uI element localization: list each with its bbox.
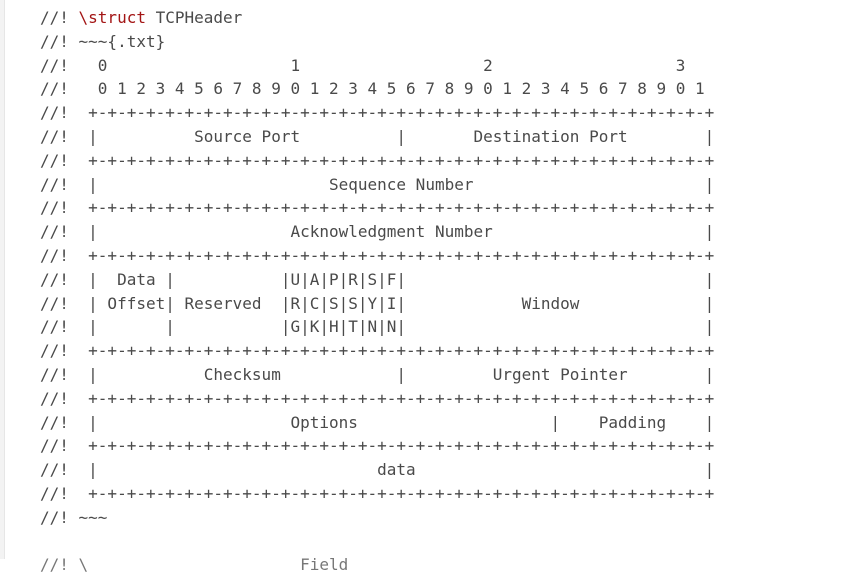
code-line: //! 0 1 2 3 4 5 6 7 8 9 0 1 2 3 4 5 6 7 … (40, 77, 714, 101)
code-line-struct: //! \struct TCPHeader (40, 6, 714, 30)
code-line: //! | | |G|K|H|T|N|N| | (40, 315, 714, 339)
code-line-cut-off: //! \ Field (40, 553, 714, 577)
code-line: //! | Checksum | Urgent Pointer | (40, 363, 714, 387)
code-line: //! | Acknowledgment Number | (40, 220, 714, 244)
struct-keyword: \struct (79, 8, 146, 27)
code-line: //! ~~~ (40, 506, 714, 530)
code-line: //! | Options | Padding | (40, 411, 714, 435)
code-line: //! +-+-+-+-+-+-+-+-+-+-+-+-+-+-+-+-+-+-… (40, 387, 714, 411)
code-line: //! +-+-+-+-+-+-+-+-+-+-+-+-+-+-+-+-+-+-… (40, 244, 714, 268)
code-line: //! | Data | |U|A|P|R|S|F| | (40, 268, 714, 292)
code-line: //! +-+-+-+-+-+-+-+-+-+-+-+-+-+-+-+-+-+-… (40, 196, 714, 220)
code-line: //! +-+-+-+-+-+-+-+-+-+-+-+-+-+-+-+-+-+-… (40, 339, 714, 363)
code-line: //! | data | (40, 458, 714, 482)
code-block: //! \struct TCPHeader//! ~~~{.txt}//! 0 … (40, 6, 714, 577)
code-line: //! +-+-+-+-+-+-+-+-+-+-+-+-+-+-+-+-+-+-… (40, 101, 714, 125)
code-line: //! | Source Port | Destination Port | (40, 125, 714, 149)
code-line: //! +-+-+-+-+-+-+-+-+-+-+-+-+-+-+-+-+-+-… (40, 434, 714, 458)
code-line: //! +-+-+-+-+-+-+-+-+-+-+-+-+-+-+-+-+-+-… (40, 482, 714, 506)
code-line: //! 0 1 2 3 (40, 54, 714, 78)
struct-name: TCPHeader (156, 8, 243, 27)
editor-gutter (0, 0, 5, 559)
code-line: //! | Sequence Number | (40, 173, 714, 197)
code-line-prefix: //! (40, 8, 79, 27)
code-line: //! | Offset| Reserved |R|C|S|S|Y|I| Win… (40, 292, 714, 316)
code-line: //! ~~~{.txt} (40, 30, 714, 54)
code-line (40, 530, 714, 554)
code-line: //! +-+-+-+-+-+-+-+-+-+-+-+-+-+-+-+-+-+-… (40, 149, 714, 173)
